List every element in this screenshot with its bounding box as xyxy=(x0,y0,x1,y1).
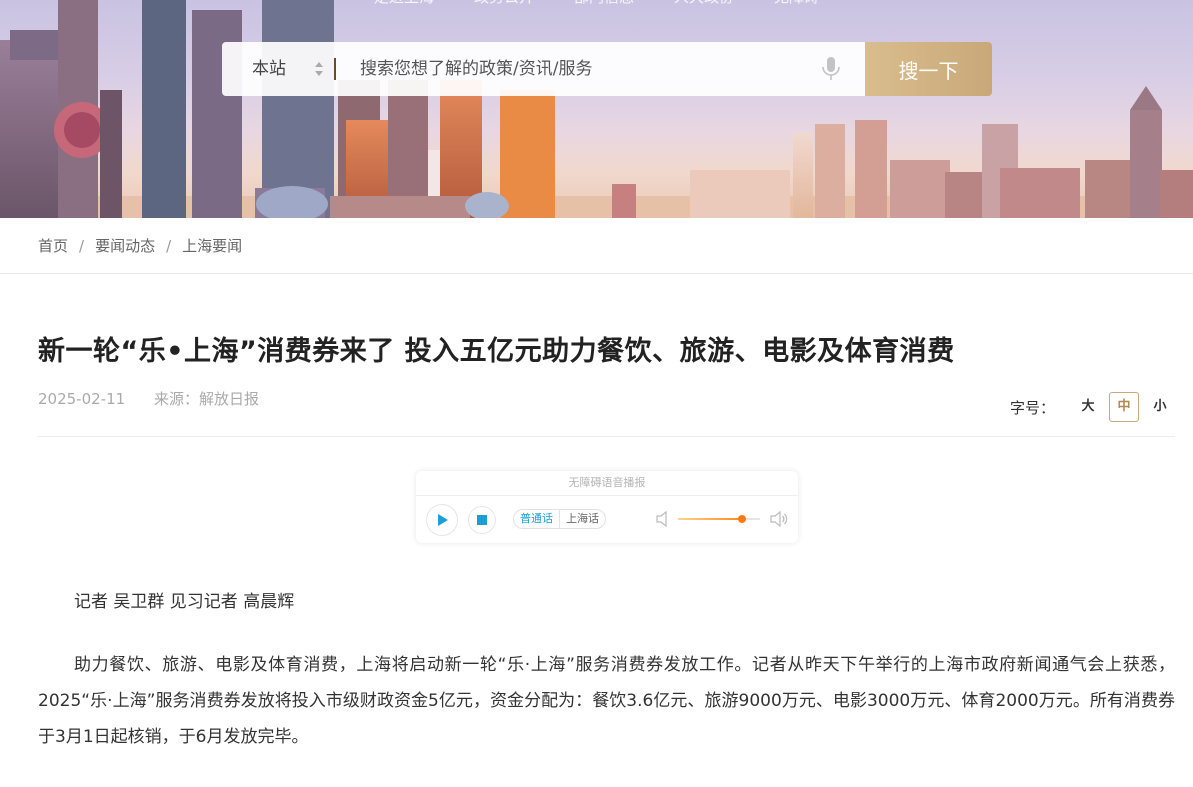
article-paragraph: 助力餐饮、旅游、电影及体育消费，上海将启动新一轮“乐·上海”服务消费券发放工作。… xyxy=(38,655,1175,747)
volume-fill xyxy=(678,518,742,520)
stop-button[interactable] xyxy=(468,506,496,534)
search-input[interactable] xyxy=(346,49,786,89)
article-byline: 记者 吴卫群 见习记者 高晨辉 xyxy=(74,592,295,612)
breadcrumb-separator: / xyxy=(166,236,172,255)
article-source: 来源：解放日报 xyxy=(153,390,259,408)
sort-arrows-icon[interactable] xyxy=(313,59,325,79)
breadcrumb-news[interactable]: 要闻动态 xyxy=(95,235,155,256)
breadcrumb: 首页 / 要闻动态 / 上海要闻 xyxy=(0,218,1193,274)
shanghai-skyline-image xyxy=(0,0,1193,218)
topnav-item[interactable]: 部门信息 xyxy=(574,0,634,8)
font-size-label: 字号： xyxy=(1009,398,1055,417)
play-button[interactable] xyxy=(426,504,458,536)
topnav-item[interactable]: 人大政协 xyxy=(674,0,734,8)
breadcrumb-home[interactable]: 首页 xyxy=(38,235,68,256)
stop-icon xyxy=(477,515,487,525)
font-size-switcher: 字号： 大 中 小 xyxy=(1010,392,1175,422)
accessibility-audio-player: 无障碍语音播报 普通话 上海话 xyxy=(416,471,798,543)
language-toggle: 普通话 上海话 xyxy=(513,509,606,529)
search-bar: 本站 xyxy=(222,42,866,96)
breadcrumb-separator: / xyxy=(79,236,85,255)
search-button[interactable]: 搜一下 xyxy=(865,42,992,96)
volume-knob[interactable] xyxy=(737,515,746,523)
volume-slider[interactable] xyxy=(678,515,760,523)
play-icon xyxy=(438,514,448,526)
search-divider xyxy=(334,58,336,80)
volume-low-icon[interactable] xyxy=(656,511,670,527)
article-date: 2025-02-11 xyxy=(38,390,126,408)
article-title: 新一轮“乐•上海”消费券来了 投入五亿元助力餐饮、旅游、电影及体育消费 xyxy=(38,336,955,367)
lang-mandarin[interactable]: 普通话 xyxy=(514,510,559,528)
hero-banner: 走进上海 政务公开 部门信息 人大政协 无障碍 本站 搜一下 xyxy=(0,0,1193,218)
font-size-medium[interactable]: 中 xyxy=(1109,392,1139,422)
font-size-small[interactable]: 小 xyxy=(1145,392,1175,422)
microphone-icon[interactable] xyxy=(820,56,842,82)
top-navigation: 走进上海 政务公开 部门信息 人大政协 无障碍 xyxy=(0,0,1193,8)
player-title: 无障碍语音播报 xyxy=(416,471,798,496)
search-scope-select[interactable]: 本站 xyxy=(252,42,286,96)
topnav-item[interactable]: 无障碍 xyxy=(774,0,819,8)
article-meta: 2025-02-11 来源：解放日报 xyxy=(38,388,259,410)
topnav-item[interactable]: 政务公开 xyxy=(474,0,534,8)
topnav-item[interactable]: 走进上海 xyxy=(374,0,434,8)
breadcrumb-shanghai-news[interactable]: 上海要闻 xyxy=(182,235,242,256)
volume-high-icon[interactable] xyxy=(770,511,788,527)
lang-shanghainese[interactable]: 上海话 xyxy=(559,510,605,528)
meta-divider xyxy=(38,436,1175,437)
font-size-large[interactable]: 大 xyxy=(1073,392,1103,422)
